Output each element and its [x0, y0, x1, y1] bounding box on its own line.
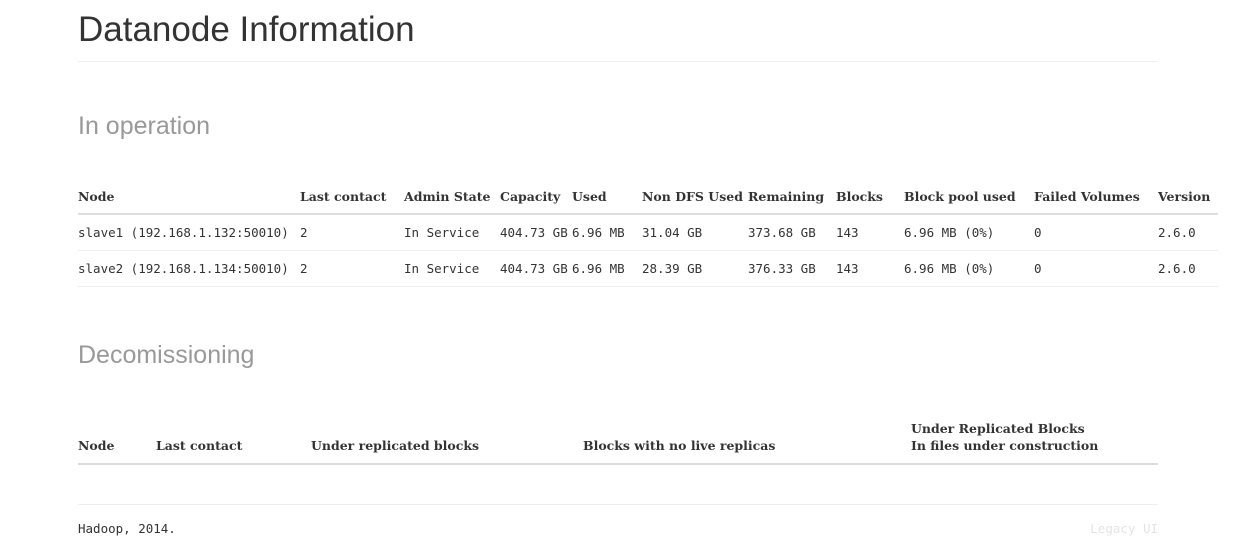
column-header-under-replicated-blocks[interactable]: Under replicated blocks [311, 412, 583, 465]
column-header-used[interactable]: Used [572, 180, 642, 215]
column-header-line-1: Under Replicated Blocks [911, 421, 1085, 436]
datanodes-decommissioning-table: Node Last contact Under replicated block… [78, 412, 1158, 465]
cell-used: 6.96 MB [572, 214, 642, 251]
column-header-remaining[interactable]: Remaining [748, 180, 836, 215]
cell-admin-state: In Service [404, 250, 500, 287]
cell-last-contact: 2 [300, 214, 404, 251]
cell-non-dfs-used: 31.04 GB [642, 214, 748, 251]
column-header-block-pool-used[interactable]: Block pool used [904, 180, 1034, 215]
table-header-row: Node Last contact Admin State Capacity U… [78, 180, 1218, 215]
cell-failed-volumes: 0 [1034, 214, 1158, 251]
cell-node[interactable]: slave1 (192.168.1.132:50010) [78, 214, 300, 251]
page-title: Datanode Information [78, 10, 415, 49]
column-header-node[interactable]: Node [78, 180, 300, 215]
column-header-capacity[interactable]: Capacity [500, 180, 572, 215]
column-header-last-contact[interactable]: Last contact [156, 412, 311, 465]
page-footer: Hadoop, 2014. Legacy UI [78, 504, 1158, 536]
cell-blocks: 143 [836, 214, 904, 251]
legacy-ui-link[interactable]: Legacy UI [1090, 521, 1158, 536]
table-header-row: Node Last contact Under replicated block… [78, 412, 1158, 465]
section-heading-decommissioning: Decomissioning [78, 341, 255, 369]
column-header-non-dfs-used[interactable]: Non DFS Used [642, 180, 748, 215]
cell-capacity: 404.73 GB [500, 214, 572, 251]
cell-version: 2.6.0 [1158, 214, 1218, 251]
column-header-line-2: In files under construction [911, 438, 1099, 453]
column-header-under-replicated-in-files-under-construction[interactable]: Under Replicated Blocks In files under c… [911, 412, 1158, 465]
cell-blocks: 143 [836, 250, 904, 287]
cell-failed-volumes: 0 [1034, 250, 1158, 287]
cell-last-contact: 2 [300, 250, 404, 287]
section-heading-in-operation: In operation [78, 112, 211, 140]
cell-remaining: 373.68 GB [748, 214, 836, 251]
table-row: slave2 (192.168.1.134:50010) 2 In Servic… [78, 250, 1218, 287]
cell-non-dfs-used: 28.39 GB [642, 250, 748, 287]
cell-capacity: 404.73 GB [500, 250, 572, 287]
table-row: slave1 (192.168.1.132:50010) 2 In Servic… [78, 214, 1218, 251]
cell-block-pool-used: 6.96 MB (0%) [904, 214, 1034, 251]
cell-remaining: 376.33 GB [748, 250, 836, 287]
cell-version: 2.6.0 [1158, 250, 1218, 287]
page-header: Datanode Information [78, 0, 1158, 62]
cell-admin-state: In Service [404, 214, 500, 251]
cell-block-pool-used: 6.96 MB (0%) [904, 250, 1034, 287]
cell-node[interactable]: slave2 (192.168.1.134:50010) [78, 250, 300, 287]
column-header-failed-volumes[interactable]: Failed Volumes [1034, 180, 1158, 215]
cell-used: 6.96 MB [572, 250, 642, 287]
column-header-admin-state[interactable]: Admin State [404, 180, 500, 215]
column-header-last-contact[interactable]: Last contact [300, 180, 404, 215]
page-container: Datanode Information In operation Node L… [0, 0, 1236, 536]
column-header-node[interactable]: Node [78, 412, 156, 465]
column-header-blocks-no-live-replicas[interactable]: Blocks with no live replicas [583, 412, 911, 465]
datanodes-in-operation-table: Node Last contact Admin State Capacity U… [78, 180, 1218, 287]
column-header-version[interactable]: Version [1158, 180, 1218, 215]
column-header-blocks[interactable]: Blocks [836, 180, 904, 215]
footer-copyright: Hadoop, 2014. [78, 521, 176, 536]
